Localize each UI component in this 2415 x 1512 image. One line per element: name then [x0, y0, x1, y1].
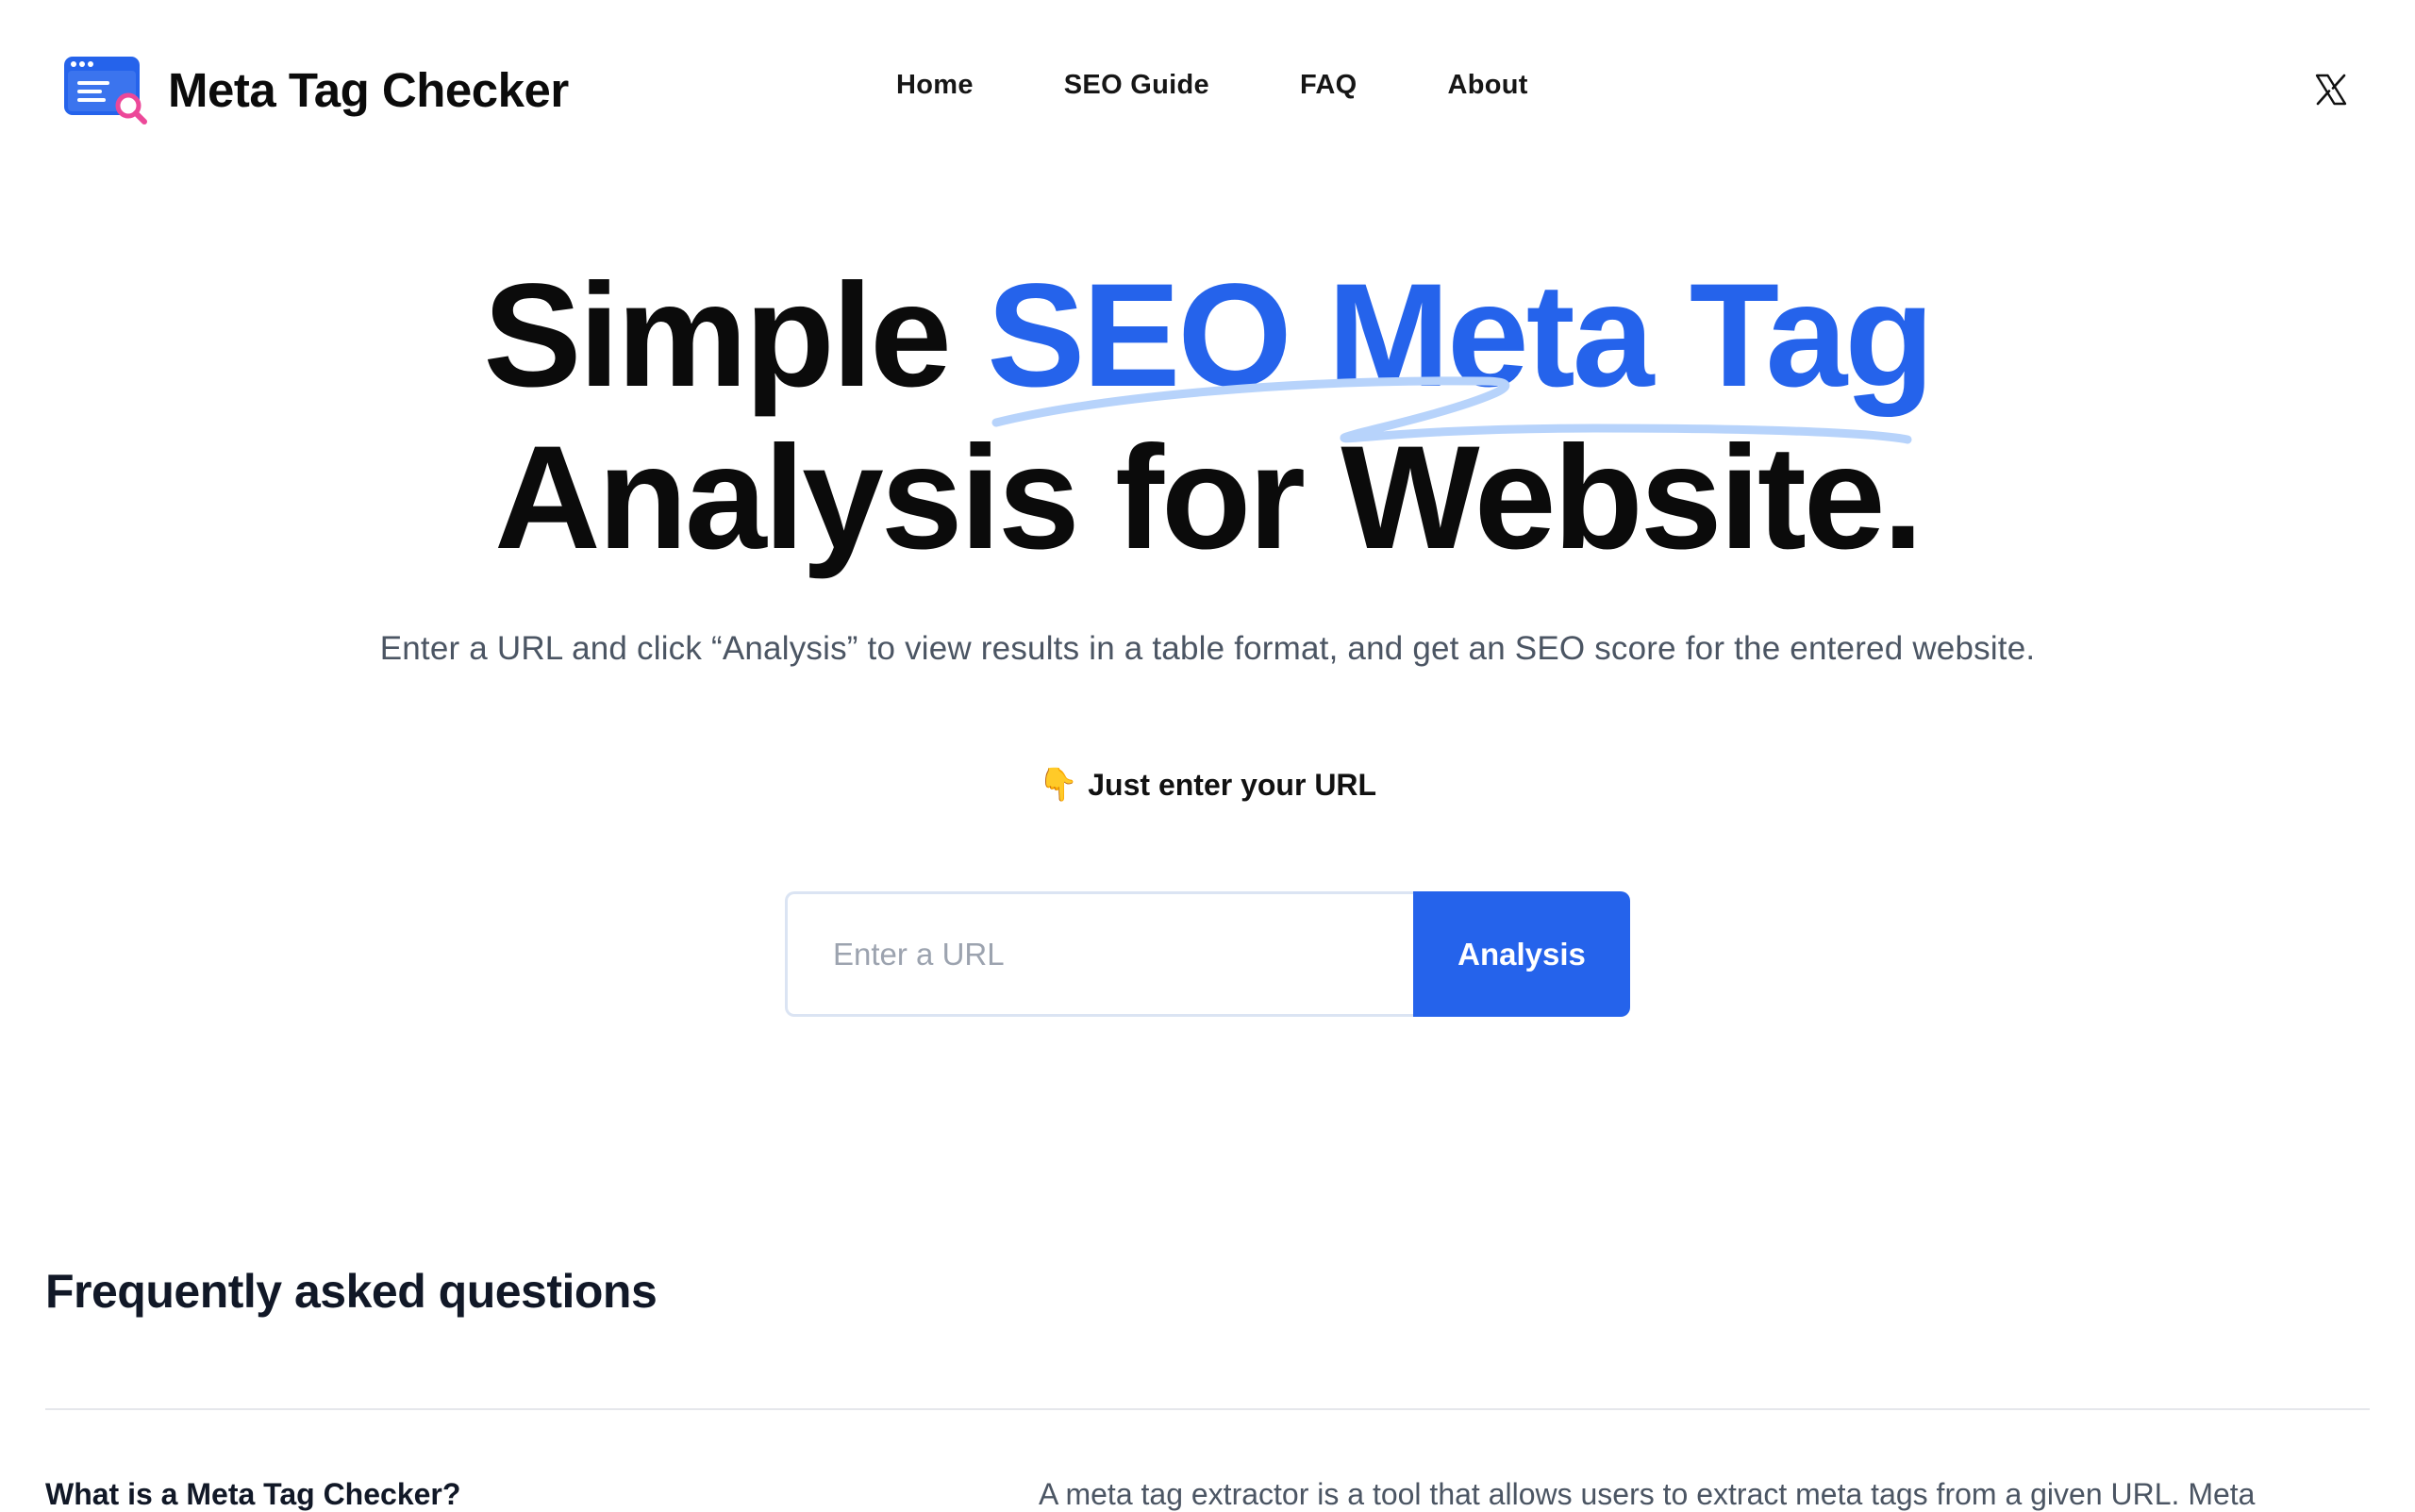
url-prompt: 👇 Just enter your URL — [0, 766, 2415, 804]
hero-title: Simple SEO Meta Tag Analysis for Website… — [0, 255, 2415, 579]
brand-link[interactable]: Meta Tag Checker — [62, 55, 569, 125]
hero-subtitle: Enter a URL and click “Analysis” to view… — [379, 630, 2036, 667]
brand-name: Meta Tag Checker — [168, 62, 569, 117]
meta-tag-checker-logo-icon — [64, 57, 147, 125]
url-analysis-form: Analysis — [785, 891, 1630, 1017]
faq-divider — [45, 1408, 2370, 1410]
pointing-down-icon: 👇 — [1038, 767, 1079, 803]
nav-faq[interactable]: FAQ — [1300, 70, 1357, 101]
faq-question: What is a Meta Tag Checker? — [45, 1477, 461, 1511]
site-header: Meta Tag Checker Home SEO Guide FAQ Abou… — [0, 0, 2415, 179]
faq-heading: Frequently asked questions — [45, 1265, 658, 1318]
nav-seo-guide[interactable]: SEO Guide — [1064, 70, 1209, 101]
hero-title-line-2: Analysis for Website. — [494, 416, 1924, 580]
url-input[interactable] — [785, 891, 1413, 1017]
hero-title-line-1: Simple SEO Meta Tag — [0, 255, 2415, 417]
nav-about[interactable]: About — [1447, 70, 1527, 101]
url-prompt-text: Just enter your URL — [1088, 768, 1377, 802]
x-social-link[interactable] — [2315, 74, 2347, 106]
main-nav: Home SEO Guide FAQ About — [896, 70, 1619, 101]
hero-title-prefix: Simple — [483, 254, 988, 418]
hero-title-highlight: SEO Meta Tag — [987, 254, 1934, 418]
faq-answer: A meta tag extractor is a tool that allo… — [1039, 1477, 2256, 1511]
analysis-button[interactable]: Analysis — [1413, 891, 1630, 1017]
nav-home[interactable]: Home — [896, 70, 974, 101]
x-logo-icon — [2315, 74, 2347, 106]
